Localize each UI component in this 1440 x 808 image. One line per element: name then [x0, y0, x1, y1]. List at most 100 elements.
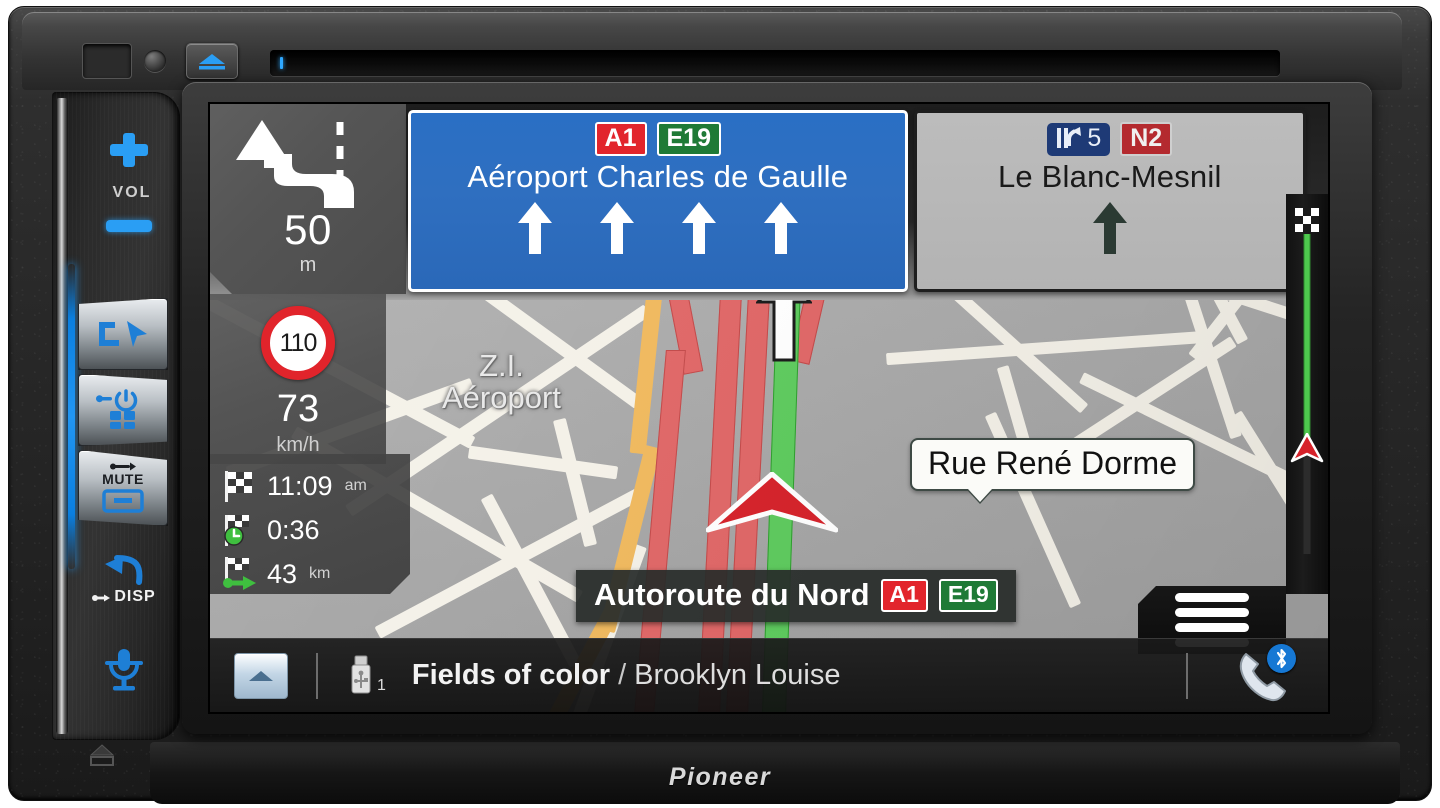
lane-arrow-straight-icon	[1092, 202, 1127, 254]
disp-back-button[interactable]: DISP	[82, 540, 166, 620]
signboard-secondary-destination: Le Blanc-Mesnil	[997, 159, 1222, 194]
volume-rocker[interactable]: VOL	[80, 102, 176, 292]
eject-icon	[199, 53, 225, 69]
current-speed: 73	[276, 388, 320, 430]
media-separator: /	[618, 659, 627, 691]
vehicle-position-marker	[706, 472, 838, 533]
road-shield-a1: A1	[594, 121, 647, 157]
back-arrow-icon	[105, 555, 143, 585]
micro-button[interactable]	[144, 50, 166, 72]
eta-remaining-distance-row: 43 km	[222, 552, 410, 596]
signboard-primary-lanes	[517, 201, 799, 255]
exit-number: 5	[1087, 123, 1102, 152]
media-expand-button[interactable]	[234, 652, 288, 699]
touchscreen[interactable]: Z.I. Aéroport 50 m 110 73 km/h 11:09 am …	[210, 104, 1328, 712]
signboard-secondary[interactable]: 5 N2 Le Blanc-Mesnil	[913, 110, 1306, 292]
power-apps-icon	[96, 389, 138, 429]
brand-logo: Pioneer	[668, 763, 772, 791]
microphone-icon	[105, 649, 143, 691]
volume-label: VOL	[112, 184, 152, 201]
speed-limit-sign: 110	[261, 306, 335, 380]
maneuver-distance: 50	[284, 206, 332, 253]
speed-panel: 110 73 km/h	[210, 294, 386, 464]
menu-bar	[1175, 593, 1249, 602]
lane-arrow-straight-icon	[599, 202, 634, 254]
map-area-label-line2: Aéroport	[442, 379, 561, 415]
media-bar: 1 Fields of color / Brooklyn Louise	[210, 638, 1328, 712]
exit-left-arrow-icon	[232, 118, 362, 210]
checkered-flag-icon	[222, 469, 258, 503]
map-area-label-line1: Z.I.	[479, 348, 524, 383]
voice-recognition-button[interactable]	[82, 630, 166, 710]
eta-panel[interactable]: 11:09 am 0:36 43 km	[210, 454, 410, 594]
media-source-number: 1	[377, 676, 386, 694]
eject-button[interactable]	[186, 43, 238, 79]
eta-remaining-time-row: 0:36	[222, 508, 410, 552]
exit-number-badge: 5	[1047, 122, 1111, 156]
chevron-up-icon	[249, 670, 273, 681]
current-road-banner: Autoroute du Nord A1 E19	[576, 570, 1016, 622]
mute-screen-icon	[102, 488, 144, 513]
volume-up-button[interactable]	[108, 130, 150, 170]
signboard-secondary-lanes	[1092, 201, 1128, 255]
disp-label: DISP	[114, 588, 156, 605]
signboard-primary[interactable]: A1 E19 Aéroport Charles de Gaulle	[408, 110, 908, 292]
mute-button[interactable]: MUTE	[78, 450, 168, 526]
lane-arrow-straight-icon	[681, 202, 716, 254]
eta-arrival-row: 11:09 am	[222, 464, 410, 508]
road-shield-n2: N2	[1120, 121, 1173, 157]
plus-icon	[110, 133, 148, 167]
map-area-label: Z.I. Aéroport	[442, 350, 561, 413]
bluetooth-icon	[1276, 648, 1287, 668]
usb-icon	[351, 655, 371, 693]
arrow-dot-small-icon	[92, 594, 111, 601]
checkered-flag-clock-icon	[222, 513, 258, 547]
signboard-secondary-shields: 5 N2	[1047, 121, 1173, 157]
lane-arrow-straight-icon	[517, 202, 552, 254]
eta-remaining-time: 0:36	[267, 514, 320, 545]
hardware-button-panel: VOL MUTE DISP	[52, 92, 180, 740]
checkered-flag-distance-icon	[222, 557, 258, 591]
chrome-trim	[56, 98, 68, 734]
road-shield-e19: E19	[656, 121, 721, 157]
menu-bar	[1175, 623, 1249, 632]
current-road-shield-a1: A1	[880, 578, 928, 612]
arrow-dot-icon	[110, 462, 136, 470]
media-track-artist: Brooklyn Louise	[634, 659, 841, 691]
screen-bezel: Z.I. Aéroport 50 m 110 73 km/h 11:09 am …	[182, 82, 1372, 734]
blue-illumination-strip	[68, 264, 75, 569]
lane-arrow-straight-icon	[763, 202, 798, 254]
street-name-callout[interactable]: Rue René Dorme	[910, 438, 1195, 491]
media-track-info: Fields of color / Brooklyn Louise	[412, 659, 841, 692]
signboard-primary-shields: A1 E19	[594, 121, 721, 157]
signboard-primary-destination: Aéroport Charles de Gaulle	[467, 159, 849, 194]
route-remaining-line	[1303, 234, 1311, 449]
disc-led-indicator	[280, 57, 283, 69]
speed-unit: km/h	[276, 434, 320, 456]
menu-bar	[1175, 608, 1249, 617]
navigation-button[interactable]	[78, 298, 168, 370]
route-progress-rail[interactable]	[1286, 194, 1328, 594]
maneuver-distance-unit: m	[299, 254, 317, 276]
current-road-shield-e19: E19	[938, 578, 998, 612]
mute-label: MUTE	[102, 470, 144, 487]
disc-slot[interactable]	[270, 50, 1280, 76]
media-divider	[316, 652, 318, 699]
device-top-bar	[22, 12, 1402, 90]
map-navigation-icon	[99, 321, 147, 347]
current-road-name: Autoroute du Nord	[594, 577, 870, 612]
phone-status-area[interactable]	[1186, 643, 1302, 706]
reset-slot[interactable]	[82, 43, 132, 79]
head-unit: VOL MUTE DISP Pioneer Z.I. Aéroport 50 m…	[0, 0, 1440, 808]
phone-divider	[1186, 652, 1188, 699]
media-source[interactable]: 1	[348, 655, 386, 697]
destination-flag-icon	[1295, 208, 1319, 237]
power-apps-button[interactable]	[78, 374, 168, 446]
volume-down-button[interactable]	[106, 220, 152, 232]
eta-arrival-meridiem: am	[344, 477, 367, 494]
media-track-title: Fields of color	[411, 659, 611, 691]
eta-remaining-distance: 43	[267, 558, 298, 589]
exit-ramp-icon	[1057, 127, 1082, 148]
maneuver-panel: 50 m	[210, 104, 406, 294]
eta-distance-unit: km	[309, 565, 331, 582]
